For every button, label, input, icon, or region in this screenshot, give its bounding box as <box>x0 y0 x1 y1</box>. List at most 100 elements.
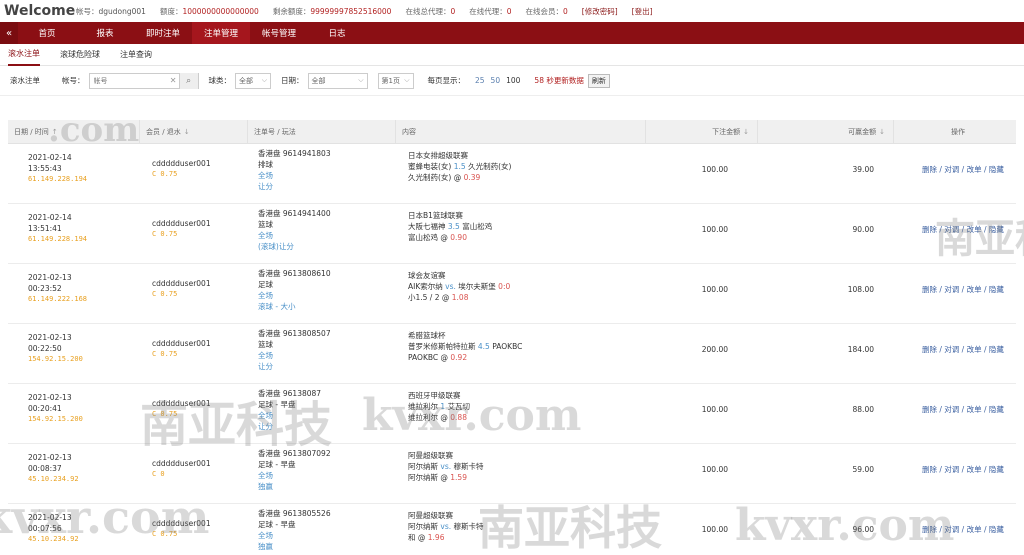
bet-ip: 61.149.228.194 <box>28 235 88 243</box>
row-actions[interactable]: 删除 / 对调 / 改单 / 隐藏 <box>894 264 1016 295</box>
bet-number: 香港盘 9614941400 <box>258 209 331 218</box>
chevron-down-icon: ⌵ <box>261 76 267 84</box>
bet-win: 59.00 <box>852 465 874 474</box>
bet-number: 香港盘 9613808610 <box>258 269 331 278</box>
cell-member: cddddduser001 C 0.75 <box>140 324 248 360</box>
refresh-countdown: 58 秒更新数据 <box>534 76 584 85</box>
bet-scope: 全场 <box>258 171 273 180</box>
refresh-button[interactable]: 刷新 <box>587 73 610 88</box>
bet-pick: 维拉利尔 @ 0.88 <box>408 413 467 422</box>
bet-sport: 篮球 <box>258 220 273 229</box>
pagesize-50[interactable]: 50 <box>491 76 501 85</box>
bet-ip: 45.10.234.92 <box>28 475 79 483</box>
member-rebate: C 0.75 <box>152 290 178 298</box>
cell-member: cddddduser001 C 0.75 <box>140 264 248 300</box>
collapse-icon[interactable]: « <box>0 22 18 44</box>
bet-pick: 阿尔纳斯 @ 1.59 <box>408 473 467 482</box>
member-name: cddddduser001 <box>152 159 211 168</box>
table-row: 2021-02-14 13:51:41 61.149.228.194 cdddddus… <box>8 204 1016 264</box>
cell-date: 2021-02-13 00:20:41 154.92.15.200 <box>8 384 140 425</box>
match-teams: 阿尔纳斯 vs. 穆斯卡特 <box>408 522 484 531</box>
bet-stake: 100.00 <box>701 465 728 474</box>
row-actions[interactable]: 删除 / 对调 / 改单 / 隐藏 <box>894 504 1016 535</box>
match-teams: AIK索尔纳 vs. 埃尔夫斯堡 0:0 <box>408 282 511 291</box>
nav-logs[interactable]: 日志 <box>308 22 366 44</box>
bet-stake: 200.00 <box>701 345 728 354</box>
tab-rolling-bets[interactable]: 滚水注单 <box>8 44 40 66</box>
league-name: 西班牙甲级联赛 <box>408 391 461 400</box>
bet-scope: 全场 <box>258 351 273 360</box>
league-name: 阿曼超级联赛 <box>408 451 453 460</box>
tab-bet-query[interactable]: 注单查询 <box>120 44 152 66</box>
bet-stake: 100.00 <box>701 285 728 294</box>
row-actions[interactable]: 删除 / 对调 / 改单 / 隐藏 <box>894 444 1016 475</box>
member-rebate: C 0.75 <box>152 350 178 358</box>
bet-time: 00:23:52 <box>28 284 62 293</box>
bet-number: 香港盘 9613808507 <box>258 329 331 338</box>
nav-live-bets[interactable]: 即时注单 <box>134 22 192 44</box>
pagesize-100[interactable]: 100 <box>506 76 520 85</box>
bet-ip: 61.149.222.168 <box>28 295 88 303</box>
col-stake[interactable]: 下注金额 ↓ <box>646 119 758 144</box>
change-password-link[interactable]: [修改密码] <box>582 6 618 17</box>
match-teams: 大阪七福神 3.5 富山松鸡 <box>408 222 493 231</box>
member-name: cddddduser001 <box>152 279 211 288</box>
bet-time: 00:20:41 <box>28 404 62 413</box>
bet-number: 香港盘 9614941803 <box>258 149 331 158</box>
cell-bet: 香港盘 9613808507 篮球 全场 让分 <box>248 324 396 372</box>
date-select[interactable]: 全部 ⌵ <box>307 72 368 89</box>
bet-stake: 100.00 <box>701 165 728 174</box>
search-icon[interactable]: ⌕ <box>178 72 198 89</box>
sort-up-icon: ↑ <box>51 127 58 136</box>
page-select[interactable]: 第1页 ⌵ <box>377 72 414 89</box>
member-name: cddddduser001 <box>152 519 211 528</box>
member-rebate: C 0.75 <box>152 230 178 238</box>
nav-account-management[interactable]: 帐号管理 <box>250 22 308 44</box>
row-actions[interactable]: 删除 / 对调 / 改单 / 隐藏 <box>894 144 1016 175</box>
bet-odds: 1.59 <box>450 473 467 482</box>
nav-home[interactable]: 首页 <box>18 22 76 44</box>
bet-odds: 1.08 <box>451 293 469 302</box>
bet-play: 让分 <box>258 182 273 191</box>
col-bet-no[interactable]: 注单号 / 玩法 <box>248 119 396 144</box>
nav-reports[interactable]: 报表 <box>76 22 134 44</box>
tab-dangerous-balls[interactable]: 滚球危险球 <box>60 44 100 66</box>
col-content: 内容 <box>396 119 646 144</box>
bet-pick: 富山松鸡 @ 0.90 <box>408 233 467 242</box>
bet-sport: 足球 - 早盘 <box>258 460 296 469</box>
bet-time: 00:22:50 <box>28 344 62 353</box>
row-actions[interactable]: 删除 / 对调 / 改单 / 隐藏 <box>894 204 1016 235</box>
online-agents-value: 0 <box>450 6 456 16</box>
col-member[interactable]: 会员 / 退水 ↓ <box>140 119 248 144</box>
bet-win: 96.00 <box>852 525 874 534</box>
account-value: dgudong001 <box>98 6 146 16</box>
ball-type-select[interactable]: 全部 ⌵ <box>235 72 271 89</box>
account-search-input[interactable] <box>89 76 168 85</box>
nav-bet-management[interactable]: 注单管理 <box>192 22 250 44</box>
cell-date: 2021-02-14 13:51:41 61.149.228.194 <box>8 204 140 245</box>
cell-content: 西班牙甲级联赛 维拉利尔 1 艾瓦切 维拉利尔 @ 0.88 <box>396 384 646 423</box>
pagesize-25[interactable]: 25 <box>475 76 485 85</box>
member-rebate: C 0.75 <box>152 410 178 418</box>
bet-sport: 排球 <box>258 160 273 169</box>
score: 0:0 <box>498 282 511 291</box>
row-actions[interactable]: 删除 / 对调 / 改单 / 隐藏 <box>894 324 1016 355</box>
bet-sport: 篮球 <box>258 340 273 349</box>
bet-win: 184.00 <box>847 345 874 354</box>
row-actions[interactable]: 删除 / 对调 / 改单 / 隐藏 <box>894 384 1016 415</box>
bet-pick: 和 @ 1.96 <box>408 533 445 542</box>
clear-icon[interactable]: ✕ <box>168 76 179 85</box>
account-search: ✕ ⌕ <box>88 72 199 89</box>
account-info: 帐号：dgudong001 额度：1000000000000000 剩余额度：9… <box>76 6 653 17</box>
online-members-value: 0 <box>563 6 568 16</box>
col-win[interactable]: 可赢金额 ↓ <box>758 119 894 144</box>
table-row: 2021-02-13 00:22:50 154.92.15.200 cddddduse… <box>8 324 1016 384</box>
cell-bet: 香港盘 9613808610 足球 全场 滚球 - 大小 <box>248 264 396 312</box>
bet-date: 2021-02-14 <box>28 153 72 162</box>
league-name: 日本B1篮球联赛 <box>408 211 463 220</box>
bet-time: 13:51:41 <box>28 224 62 233</box>
cell-bet: 香港盘 9614941400 篮球 全场 (滚球)让分 <box>248 204 396 252</box>
col-date[interactable]: 日期 / 时间 ↑ <box>8 119 140 144</box>
logout-link[interactable]: [登出] <box>632 6 653 17</box>
chevron-down-icon: ⌵ <box>404 76 410 84</box>
